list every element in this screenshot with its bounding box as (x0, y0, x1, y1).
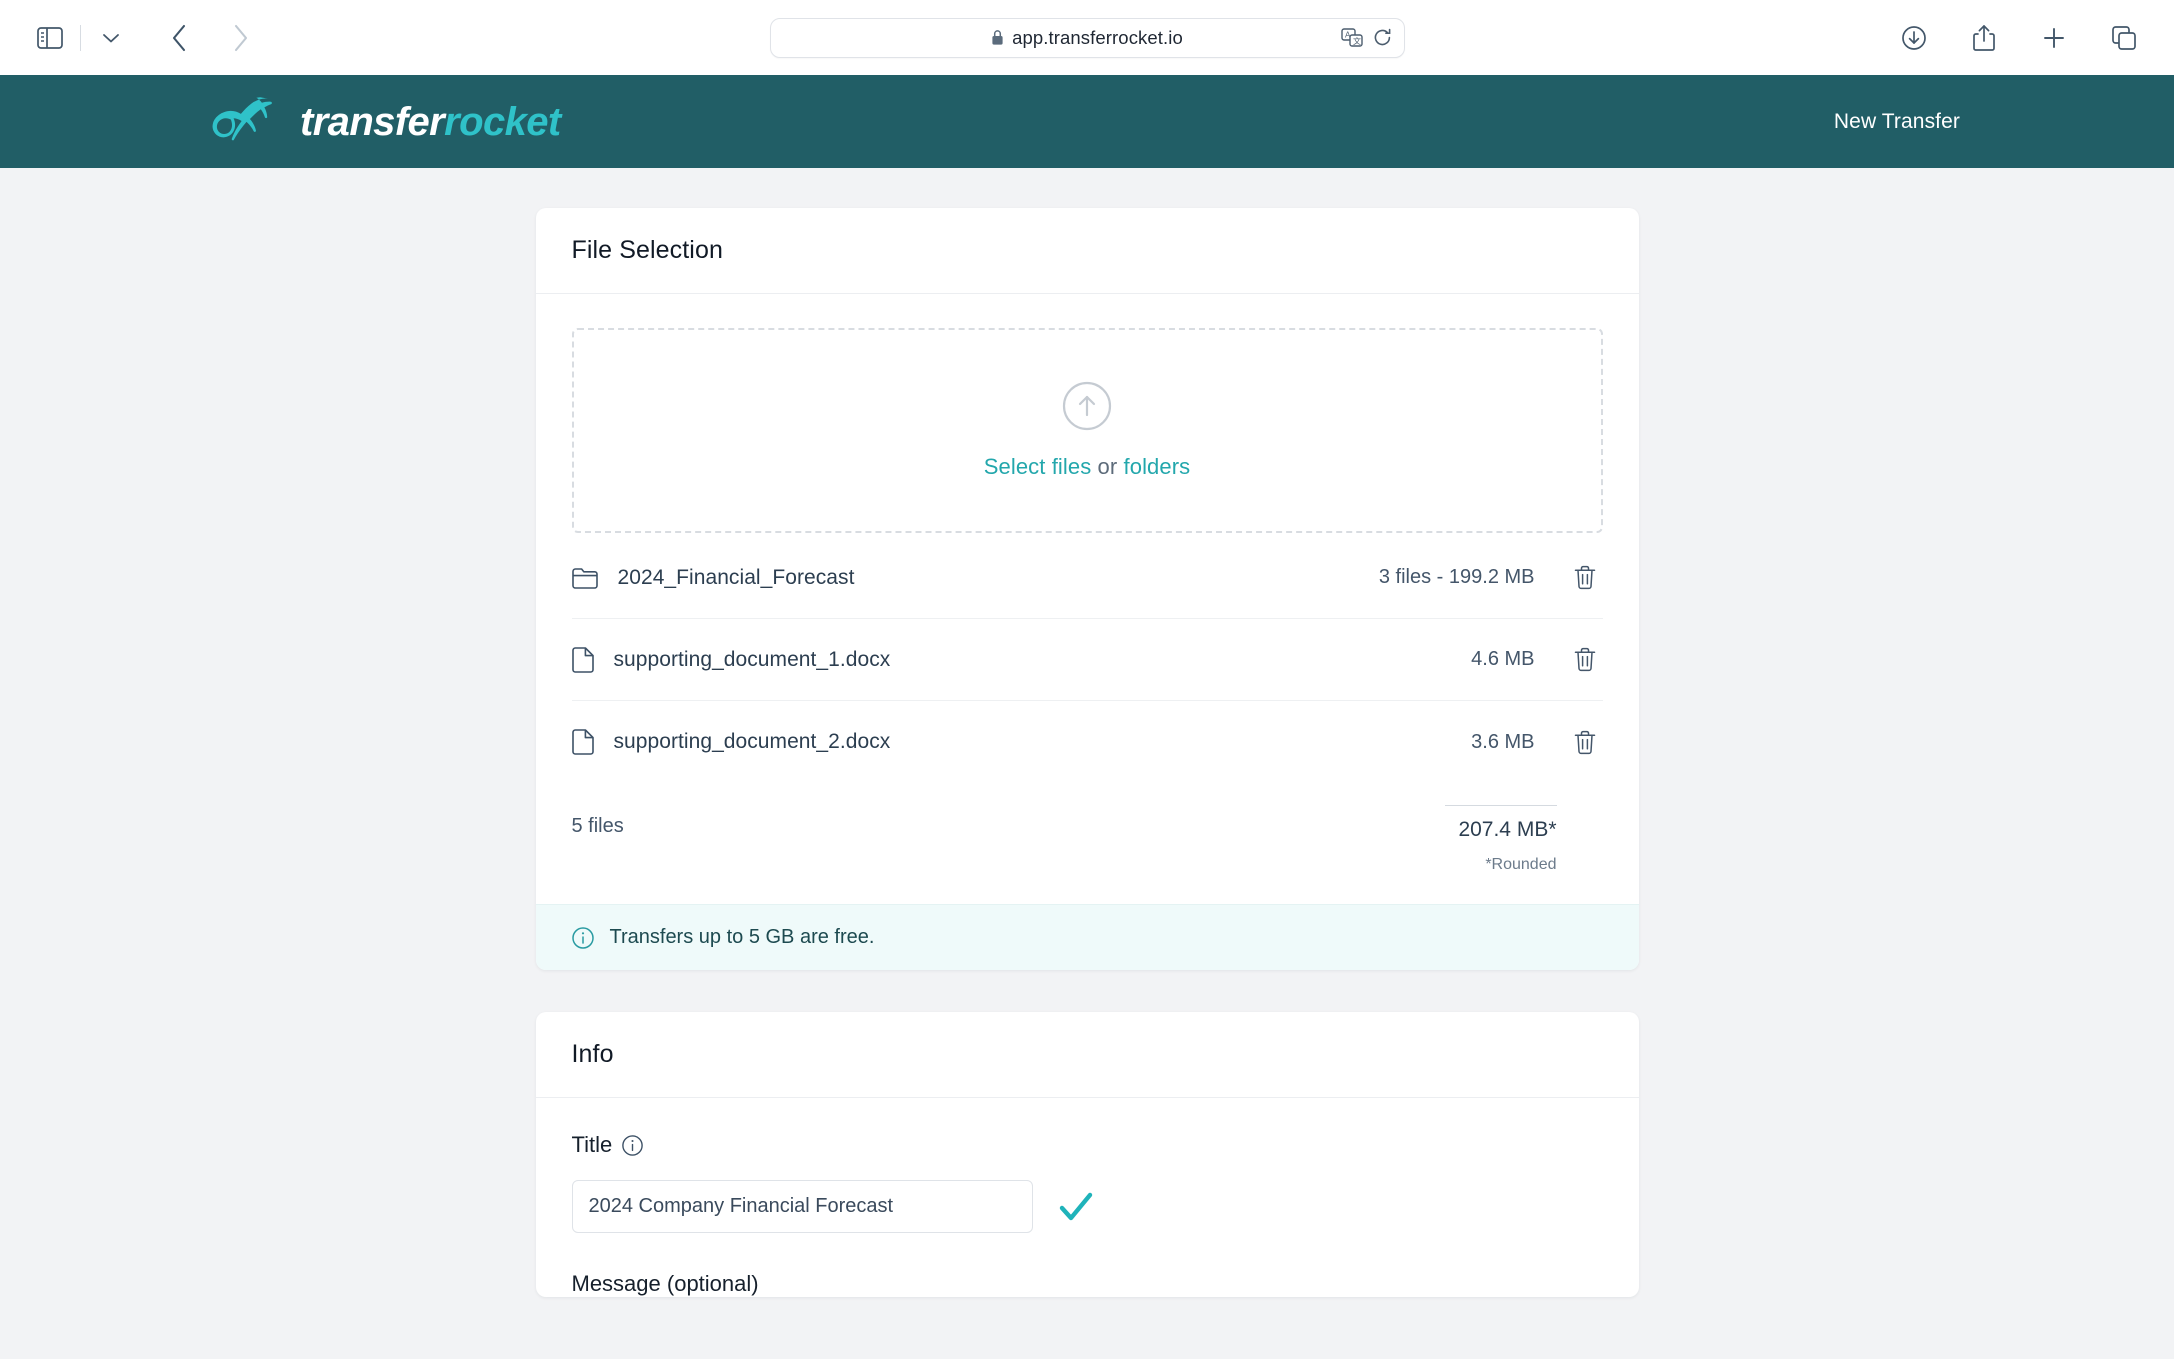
file-name: supporting_document_2.docx (613, 730, 891, 753)
browser-toolbar: app.transferrocket.io A 文 (0, 0, 2174, 75)
message-label: Message (optional) (571, 1271, 759, 1296)
info-title: Info (571, 1040, 614, 1068)
table-row[interactable]: supporting_document_2.docx 3.6 MB (571, 701, 1603, 783)
free-transfer-banner: Transfers up to 5 GB are free. (535, 904, 1639, 970)
trash-icon[interactable] (1567, 647, 1603, 672)
trash-icon[interactable] (1567, 565, 1603, 590)
downloads-icon[interactable] (1890, 14, 1938, 62)
file-list: 2024_Financial_Forecast 3 files - 199.2 … (571, 537, 1603, 783)
title-input[interactable] (571, 1180, 1033, 1233)
info-form: Title Message (optional) (536, 1098, 1639, 1297)
file-meta: 4.6 MB (1471, 648, 1535, 670)
upload-arrow-circle-icon (1062, 381, 1112, 436)
table-row[interactable]: 2024_Financial_Forecast 3 files - 199.2 … (571, 537, 1603, 619)
page-title: File Selection (571, 236, 723, 264)
file-name: supporting_document_1.docx (613, 647, 891, 671)
info-circle-icon (571, 926, 594, 949)
tab-overview-icon[interactable] (2100, 14, 2148, 62)
browser-toolbar-right (1890, 14, 2148, 62)
svg-text:文: 文 (1353, 36, 1361, 46)
title-input-row (571, 1180, 1603, 1233)
check-icon (1059, 1192, 1093, 1222)
chevron-down-icon[interactable] (87, 14, 135, 62)
totals-divider (1444, 805, 1557, 806)
file-meta: 3.6 MB (1471, 730, 1535, 753)
lock-icon (991, 29, 1004, 46)
file-selection-card: File Selection Select files or folders 2… (535, 208, 1639, 970)
address-bar-actions: A 文 (1340, 27, 1392, 48)
trash-icon[interactable] (1567, 730, 1603, 755)
brand-text: transferrocket (300, 102, 561, 142)
file-selection-body: Select files or folders 2024_Financial_F… (536, 294, 1639, 874)
share-icon[interactable] (1960, 14, 2008, 62)
new-transfer-button[interactable]: New Transfer (1834, 110, 1960, 134)
total-file-count: 5 files (571, 815, 624, 837)
rounded-note: *Rounded (1485, 856, 1557, 873)
folder-icon (571, 567, 598, 589)
info-card: Info Title 2024 Company Financial Foreca… (535, 1012, 1639, 1297)
page-content: File Selection Select files or folders 2… (0, 168, 2174, 1359)
file-meta: 3 files - 199.2 MB (1378, 566, 1535, 588)
select-files-link[interactable]: Select files (984, 454, 1092, 479)
file-icon (571, 729, 594, 755)
brand-logo[interactable]: transferrocket (208, 93, 561, 150)
translate-icon[interactable]: A 文 (1340, 27, 1363, 48)
rocket-logo-icon (208, 93, 282, 150)
toolbar-divider (80, 24, 81, 51)
address-bar[interactable]: app.transferrocket.io A 文 (769, 17, 1405, 58)
banner-text: Transfers up to 5 GB are free. (609, 926, 875, 948)
url-text: app.transferrocket.io (1012, 26, 1183, 48)
url-display: app.transferrocket.io (991, 27, 1183, 49)
title-label-row: Title (572, 1132, 1603, 1158)
dropzone-label: Select files or folders (984, 454, 1191, 480)
dropzone-separator: or (1091, 454, 1124, 479)
brand-text-accent: rocket (444, 99, 561, 144)
browser-nav-left (26, 14, 265, 62)
info-circle-icon[interactable] (622, 1134, 644, 1156)
select-folders-link[interactable]: folders (1124, 454, 1191, 479)
file-icon (571, 646, 594, 673)
file-name: 2024_Financial_Forecast (617, 565, 855, 589)
plus-icon[interactable] (2030, 14, 2078, 62)
info-card-header: Info (535, 1012, 1639, 1098)
file-dropzone[interactable]: Select files or folders (571, 328, 1603, 533)
url-bar-container: app.transferrocket.io A 文 (0, 17, 2174, 58)
table-row[interactable]: supporting_document_1.docx 4.6 MB (571, 619, 1603, 701)
totals-row: 5 files 207.4 MB* *Rounded (572, 783, 1603, 874)
forward-arrow-icon[interactable] (217, 14, 265, 62)
back-arrow-icon[interactable] (155, 14, 203, 62)
reload-icon[interactable] (1373, 28, 1392, 47)
site-header: transferrocket New Transfer (0, 75, 2174, 168)
title-label: Title (571, 1132, 613, 1157)
total-size: 207.4 MB* (1458, 818, 1557, 841)
brand-text-primary: transfer (300, 99, 445, 144)
file-selection-header: File Selection (535, 208, 1639, 294)
sidebar-toggle-icon[interactable] (26, 14, 74, 62)
totals-right: 207.4 MB* *Rounded (1444, 805, 1603, 874)
